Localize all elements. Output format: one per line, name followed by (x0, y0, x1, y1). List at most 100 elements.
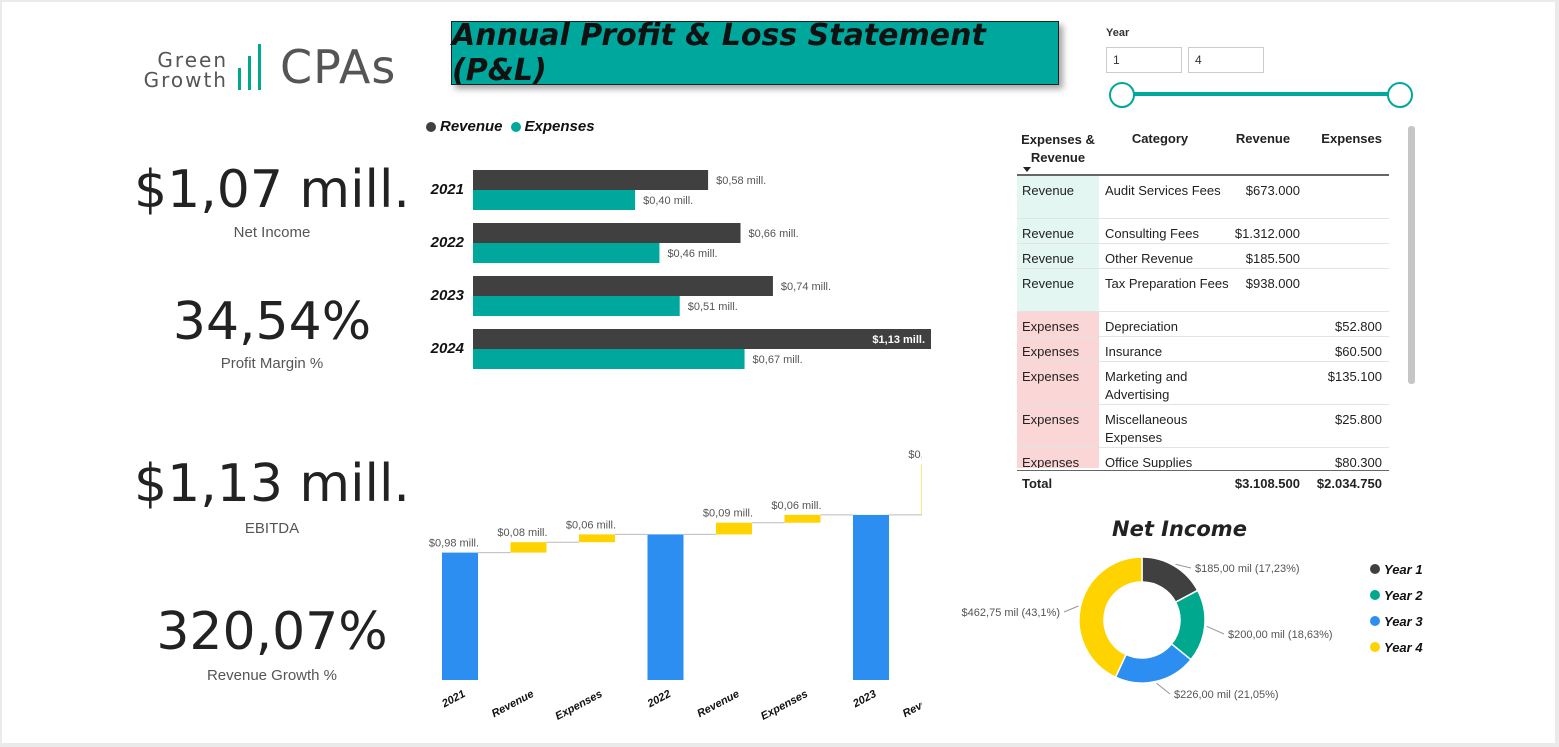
donut-leader-line (1156, 682, 1171, 695)
bar-revenue (473, 170, 709, 190)
bar-year-label: 2022 (430, 234, 465, 251)
donut-legend-item[interactable]: Year 2 (1370, 582, 1423, 608)
row-type: Expenses (1017, 312, 1099, 336)
donut-slice-year-3 (1114, 642, 1192, 684)
header-type-label: Expenses & Revenue (1021, 132, 1095, 165)
revenue-expenses-bar-chart: 2021 $0,58 mill. $0,40 mill. 2022 $0,66 mill… (430, 170, 931, 369)
bar-data-label: $1,13 mill. (872, 334, 925, 346)
row-type: Revenue (1017, 176, 1099, 218)
logo-brand-text: CPAs (280, 40, 397, 94)
bar-expenses (473, 243, 660, 263)
row-category: Depreciation (1105, 319, 1178, 334)
donut-legend: Year 1 Year 2 Year 3 Year 4 (1370, 556, 1423, 660)
report-title-banner: Annual Profit & Loss Statement (P&L) (451, 18, 1059, 88)
waterfall-total-bar (647, 534, 684, 680)
header-category[interactable]: Category (1105, 131, 1215, 146)
donut-data-label: $200,00 mil (18,63%) (1228, 629, 1333, 641)
bar-year-label: 2021 (430, 181, 464, 198)
year-slider-end-handle[interactable] (1387, 82, 1413, 108)
row-category: Audit Services Fees (1105, 183, 1221, 198)
table-row[interactable]: Revenue Other Revenue $185.500 (1017, 244, 1389, 269)
table-row[interactable]: Expenses Office Supplies $80.300 (1017, 448, 1389, 468)
total-label: Total (1022, 476, 1053, 491)
row-category: Miscellaneous Expenses (1105, 412, 1188, 445)
donut-data-label: $226,00 mil (21,05%) (1174, 689, 1279, 701)
bar-expenses (473, 349, 745, 369)
legend-expenses-label: Expenses (524, 118, 595, 135)
row-type: Expenses (1017, 405, 1099, 447)
bar-data-label: $0,66 mill. (749, 228, 799, 240)
net-income-donut-chart: $185,00 mil (17,23%) $200,00 mil (18,63%)… (962, 556, 1333, 701)
donut-leader-line (1063, 605, 1079, 613)
net-income-kpi-value: $1,07 mill. (134, 160, 410, 220)
donut-legend-item[interactable]: Year 1 (1370, 556, 1423, 582)
table-row[interactable]: Expenses Miscellaneous Expenses $25.800 (1017, 405, 1389, 448)
waterfall-increase-bar (784, 514, 821, 523)
waterfall-increase-bar (716, 522, 752, 535)
bar-revenue (473, 329, 931, 349)
ebitda-kpi-value: $1,13 mill. (134, 454, 410, 514)
total-expenses: $2.034.750 (1316, 476, 1382, 491)
row-revenue: $673.000 (1245, 183, 1300, 198)
legend-revenue-label: Revenue (440, 118, 503, 135)
row-category: Marketing and Advertising (1105, 369, 1188, 402)
donut-legend-label: Year 1 (1384, 561, 1423, 577)
waterfall-increase-bar (510, 542, 547, 553)
company-logo: Green Growth CPAs (134, 40, 414, 96)
table-total-row: Total $3.108.500 $2.034.750 (1017, 470, 1389, 494)
table-row[interactable]: Expenses Marketing and Advertising $135.10… (1017, 362, 1389, 405)
year-to-input[interactable] (1188, 47, 1264, 73)
table-row[interactable]: Expenses Insurance $60.500 (1017, 337, 1389, 362)
legend-dot-icon (1370, 642, 1380, 652)
bar-data-label: $0,74 mill. (781, 281, 831, 293)
bar-year-label: 2023 (430, 287, 465, 304)
legend-dot-icon (1370, 590, 1380, 600)
row-revenue: $185.500 (1245, 251, 1300, 266)
year-slider-start-handle[interactable] (1109, 82, 1135, 108)
table-header: Expenses & Revenue Category Revenue Expe… (1017, 124, 1389, 176)
table-scrollbar[interactable] (1408, 126, 1415, 384)
report-title: Annual Profit & Loss Statement (P&L) (452, 18, 986, 88)
row-category: Insurance (1105, 344, 1163, 359)
row-expenses: $60.500 (1335, 344, 1382, 359)
logo-bars-icon (238, 44, 272, 90)
net-income-chart-title: Net Income (1112, 517, 1247, 541)
header-revenue[interactable]: Revenue (1217, 131, 1309, 146)
ebitda-kpi-label: EBITDA (244, 520, 300, 537)
bar-revenue (473, 223, 741, 243)
bar-data-label: $0,58 mill. (716, 175, 766, 187)
table-row[interactable]: Expenses Depreciation $52.800 (1017, 312, 1389, 337)
donut-data-label: $462,75 mil (43,1%) (962, 607, 1060, 619)
sort-down-icon[interactable] (1023, 167, 1031, 172)
revenue-growth-kpi-label: Revenue Growth % (206, 667, 338, 684)
row-category: Other Revenue (1105, 251, 1194, 266)
bar-data-label: $0,67 mill. (753, 354, 803, 366)
waterfall-total-bar (853, 514, 889, 680)
header-type[interactable]: Expenses & Revenue (1017, 131, 1099, 172)
waterfall-data-label: $0,06 mill. (566, 519, 616, 531)
table-body: Revenue Audit Services Fees $673.000 Revenu… (1017, 176, 1389, 468)
waterfall-axis-label: 2021 (439, 688, 467, 711)
bar-expenses (473, 190, 636, 210)
donut-legend-item[interactable]: Year 3 (1370, 608, 1423, 634)
legend-revenue-dot-icon (426, 121, 436, 132)
header-expenses[interactable]: Expenses (1307, 131, 1382, 146)
profit-margin-kpi-label: Profit Margin % (220, 355, 324, 372)
net-income-kpi-label: Net Income (233, 224, 311, 241)
legend-dot-icon (1370, 616, 1380, 626)
table-row[interactable]: Revenue Tax Preparation Fees $938.000 (1017, 269, 1389, 312)
waterfall-axis-label: 2023 (850, 688, 878, 711)
profit-margin-kpi-value: 34,54% (172, 292, 372, 352)
table-row[interactable]: Revenue Audit Services Fees $673.000 (1017, 176, 1389, 219)
donut-leader-line (1206, 625, 1225, 635)
table-row[interactable]: Revenue Consulting Fees $1.312.000 (1017, 219, 1389, 244)
waterfall-axis-label: Expenses (759, 688, 810, 723)
waterfall-axis-label: 2022 (645, 688, 673, 711)
bar-expenses (473, 296, 680, 316)
donut-legend-item[interactable]: Year 4 (1370, 634, 1423, 660)
year-slider-track[interactable] (1122, 92, 1400, 96)
donut-legend-label: Year 3 (1384, 613, 1423, 629)
year-from-input[interactable] (1106, 47, 1182, 73)
row-expenses: $52.800 (1335, 319, 1382, 334)
row-type: Revenue (1017, 219, 1099, 243)
